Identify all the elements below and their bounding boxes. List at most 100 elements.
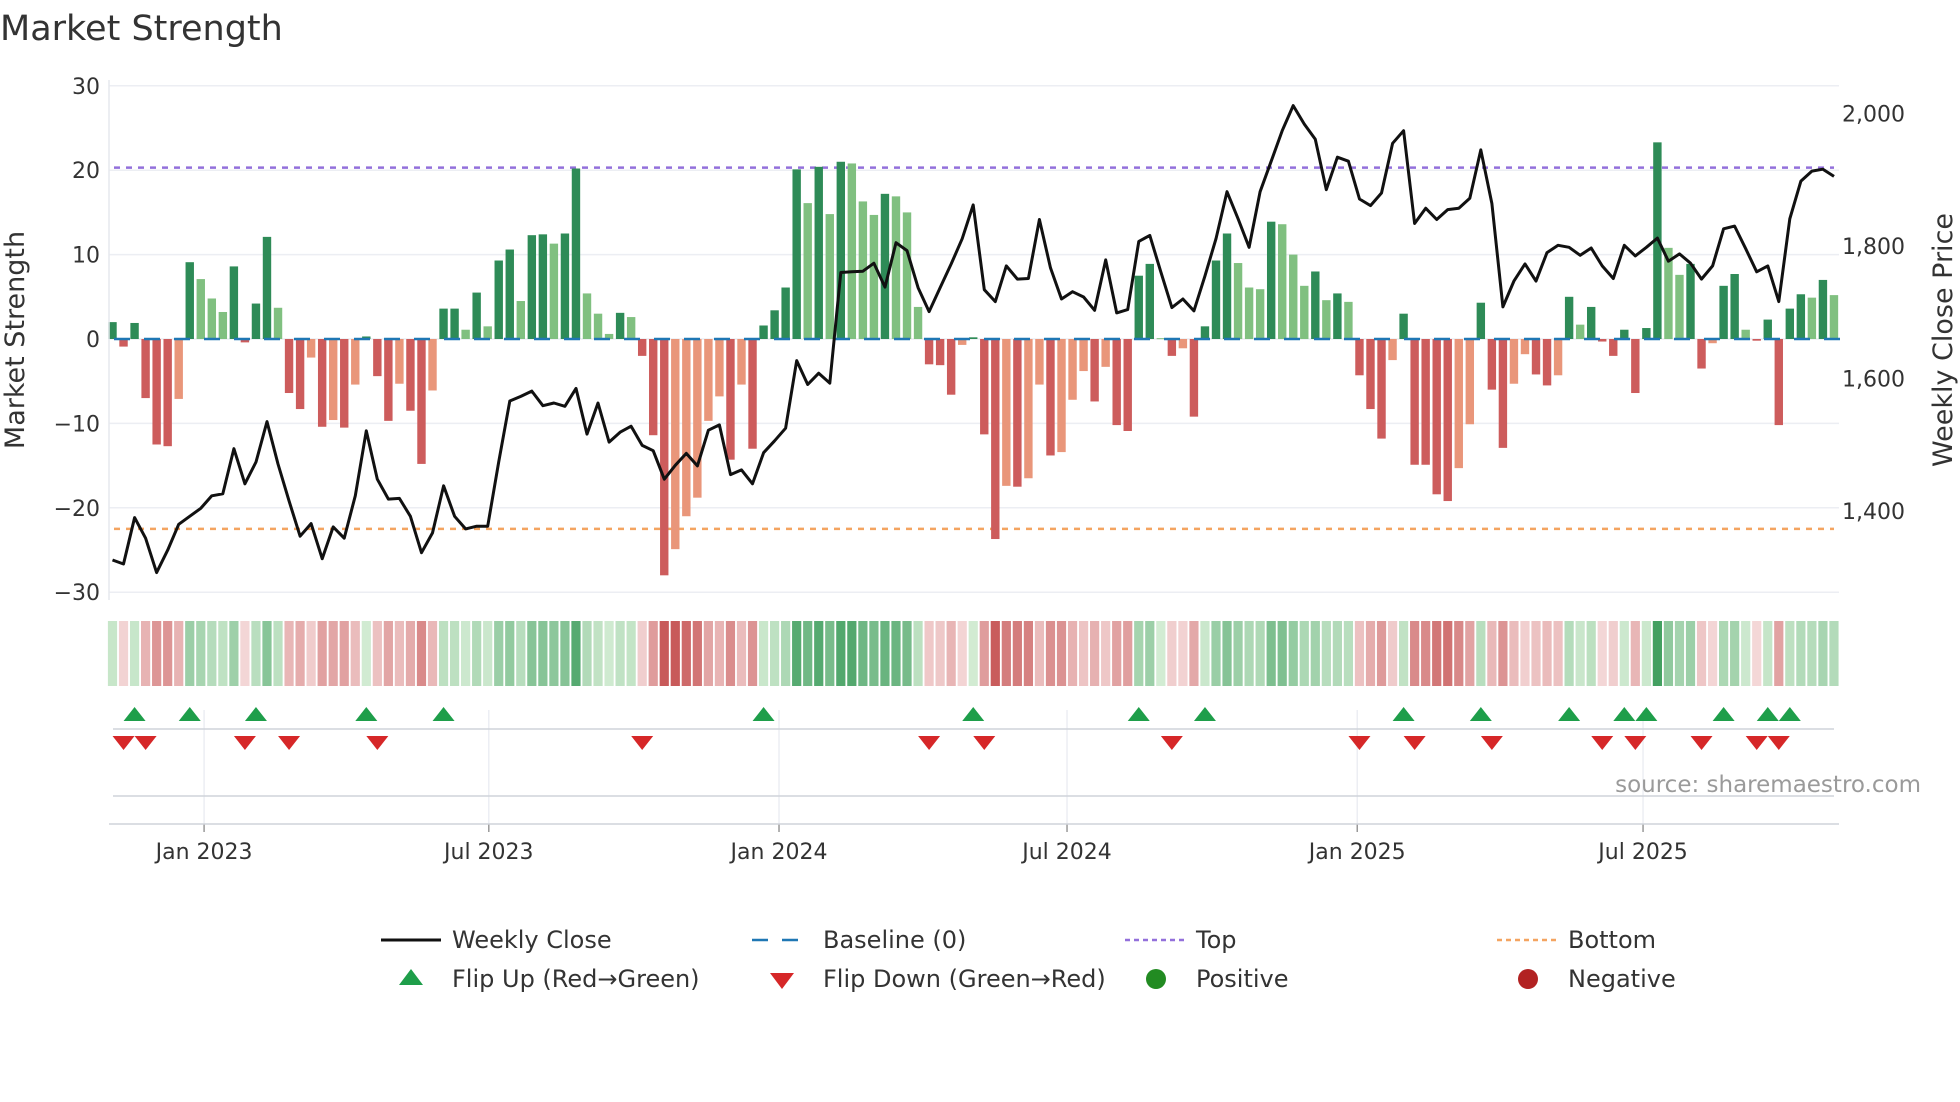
strength-strip-cell	[560, 621, 570, 686]
strength-strip-cell	[1343, 621, 1354, 686]
strength-bar	[1454, 339, 1463, 469]
strength-strip-cell	[902, 621, 912, 686]
x-tick-label: Jan 2025	[1307, 840, 1406, 865]
strength-bar	[1322, 300, 1331, 339]
strength-bar	[1399, 313, 1408, 339]
flip-up-marker	[1392, 707, 1415, 721]
flip-up-marker	[1469, 707, 1492, 721]
strength-bar	[1741, 329, 1750, 339]
strength-strip-cell	[615, 621, 625, 686]
strength-bar	[1300, 285, 1309, 339]
flip-up-marker	[1127, 707, 1150, 721]
strength-bar	[1068, 339, 1077, 400]
strength-strip-cell	[1277, 621, 1287, 686]
strength-bar	[1013, 339, 1022, 487]
strength-bar	[660, 339, 669, 576]
strength-strip-cell	[957, 621, 967, 686]
strength-bar	[1211, 260, 1221, 339]
legend-label: Bottom	[1568, 926, 1656, 954]
flip-down-marker	[918, 736, 941, 750]
flip-down-marker	[112, 736, 135, 750]
strength-bar	[869, 214, 879, 339]
strength-bar	[251, 303, 261, 339]
strength-strip-cell	[163, 621, 173, 686]
strength-strip-cell	[1332, 621, 1342, 686]
strength-strip-cell	[770, 621, 780, 686]
strength-strip-cell	[1090, 621, 1100, 686]
y2-tick-label: 2,000	[1842, 103, 1905, 128]
strength-strip-cell	[1719, 621, 1729, 686]
strength-strip-cell	[284, 621, 294, 686]
strength-strip-cell	[1564, 621, 1574, 686]
strength-bar	[1642, 328, 1651, 339]
strength-strip-cell	[1575, 621, 1585, 686]
strength-strip-cell	[1818, 621, 1828, 686]
strength-bar	[505, 249, 514, 339]
strength-strip-cell	[472, 621, 482, 686]
strength-strip-cell	[1376, 621, 1387, 686]
x-tick-label: Jan 2024	[729, 840, 828, 865]
legend-item: Top	[1125, 926, 1237, 954]
strength-strip-cell	[1078, 621, 1089, 686]
strength-strip-cell	[1299, 621, 1309, 686]
strength-bar	[880, 193, 890, 339]
strength-strip-cell	[196, 621, 206, 686]
legend-item: Flip Down (Green→Red)	[770, 965, 1106, 993]
strength-bar	[626, 317, 636, 339]
strength-bar	[737, 339, 746, 385]
strength-strip-cell	[1641, 621, 1651, 686]
strength-strip-cell	[1200, 621, 1210, 686]
strength-strip-cell	[328, 621, 338, 686]
strength-strip-cell	[681, 621, 691, 686]
strength-bar	[1752, 339, 1761, 341]
strength-bar	[1631, 339, 1640, 394]
strength-strip-cell	[1487, 621, 1497, 686]
strength-bar	[814, 166, 823, 339]
strength-strip-cell	[692, 621, 702, 686]
strength-strip-cell	[461, 621, 471, 686]
strength-strip-cell	[1553, 621, 1563, 686]
strength-strip-cell	[405, 621, 416, 686]
strength-strip-cell	[924, 621, 934, 686]
strength-bar	[1344, 301, 1353, 339]
strength-bar	[317, 339, 327, 427]
strength-bar	[1123, 339, 1132, 431]
strength-bar	[1145, 263, 1154, 339]
x-tick-label: Jan 2023	[154, 840, 253, 865]
flip-down-marker	[973, 736, 996, 750]
strength-strip-cell	[626, 621, 636, 686]
strength-bar	[913, 306, 923, 339]
strength-bar	[306, 339, 316, 358]
flip-up-marker	[752, 707, 775, 721]
flip-down-marker	[1591, 736, 1614, 750]
strength-strip-cell	[1542, 621, 1552, 686]
strength-strip-cell	[218, 621, 228, 686]
strength-strip-cell	[1476, 621, 1486, 686]
strength-bar	[1366, 339, 1375, 410]
strength-bar	[902, 212, 912, 339]
strength-strip-cell	[935, 621, 945, 686]
axes: 30 20 10 0 −10 −20 −30 2,000 1,800 1,600 1,400 Jan …	[54, 75, 1905, 865]
strength-strip-cell	[1310, 621, 1320, 686]
strength-strip-cell	[781, 621, 791, 686]
flip-up-marker	[123, 707, 146, 721]
strength-bar	[185, 262, 194, 339]
flip-up-marker	[355, 707, 378, 721]
flip-up-marker	[1756, 707, 1779, 721]
strength-strip-cell	[1829, 621, 1839, 686]
strength-bar	[1686, 263, 1695, 339]
strength-strip-cell	[1597, 621, 1607, 686]
strength-bar	[560, 233, 570, 339]
y2-axis-label: Weekly Close Price	[1928, 213, 1959, 467]
strength-bar	[1333, 293, 1342, 339]
strength-strip-cell	[1365, 621, 1376, 686]
strength-strip-cell	[372, 621, 382, 686]
legend-label: Weekly Close	[452, 926, 612, 954]
strength-bar	[1278, 224, 1287, 339]
strength-bar	[373, 339, 382, 377]
y-tick-label: −10	[54, 412, 100, 437]
legend-item: Positive	[1146, 965, 1289, 993]
flip-down-marker	[1690, 736, 1713, 750]
strength-strip-cell	[1785, 621, 1795, 686]
flip-up-marker	[1613, 707, 1636, 721]
